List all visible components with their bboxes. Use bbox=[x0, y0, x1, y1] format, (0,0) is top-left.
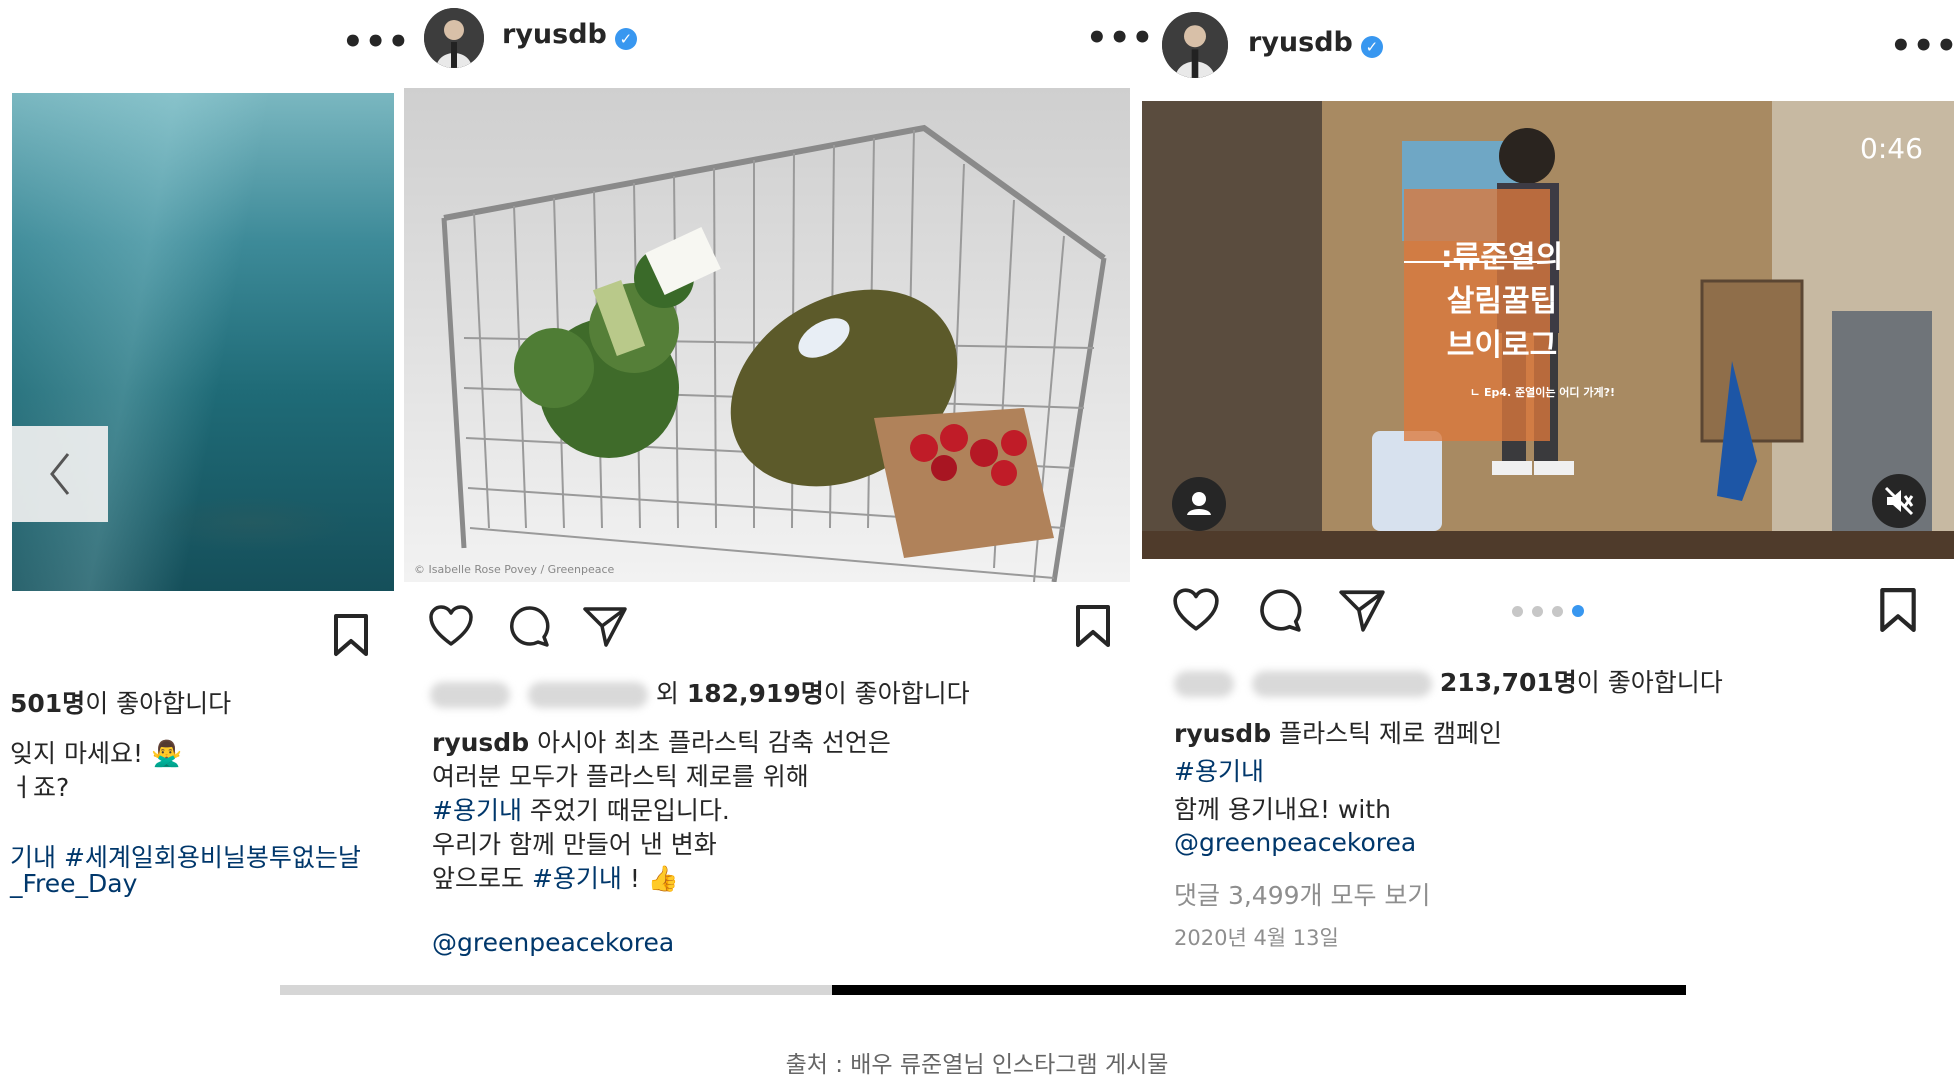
basket-photo: © Isabelle Rose Povey / Greenpeace bbox=[404, 88, 1130, 582]
carousel-indicator bbox=[1512, 602, 1584, 617]
speaker-muted-icon bbox=[1884, 486, 1914, 516]
verified-badge-icon: ✓ bbox=[614, 27, 637, 50]
carousel-dot-active bbox=[1572, 605, 1584, 617]
post2-caption-line: 우리가 함께 만들어 낸 변화 bbox=[432, 830, 717, 859]
chevron-left-icon bbox=[50, 453, 70, 495]
post2-caption-line: ryusdb 아시아 최초 플라스틱 감축 선언은 bbox=[432, 728, 891, 757]
post2-comment-icon[interactable] bbox=[506, 604, 550, 648]
post3-caption-username[interactable]: ryusdb bbox=[1174, 719, 1271, 748]
post2-bookmark-icon[interactable] bbox=[1074, 604, 1112, 648]
post2-avatar[interactable] bbox=[424, 8, 484, 68]
post3-share-icon[interactable] bbox=[1338, 587, 1386, 633]
post2-image-basket[interactable]: © Isabelle Rose Povey / Greenpeace bbox=[404, 88, 1130, 582]
post1-hashtags[interactable]: _Free_Day bbox=[10, 869, 137, 898]
post2-more-options-icon[interactable]: ••• bbox=[1086, 21, 1154, 55]
post3-mention-link[interactable]: @greenpeacekorea bbox=[1174, 828, 1416, 857]
view-all-comments-link[interactable]: 댓글 3,499개 모두 보기 bbox=[1174, 876, 1430, 912]
user-icon bbox=[1187, 492, 1211, 515]
post2-caption-line: 앞으로도 #용기내 ! 👍 bbox=[432, 864, 679, 893]
hashtag-link[interactable]: #용기내 bbox=[432, 796, 522, 825]
hashtag-link[interactable]: #용기내 bbox=[1174, 752, 1264, 788]
post2-likes: 외 182,919명이 좋아합니다 bbox=[430, 674, 970, 710]
verified-badge-icon: ✓ bbox=[1360, 35, 1383, 58]
post2-header: ryusdb ✓ bbox=[502, 19, 637, 50]
post3-header: ryusdb ✓ bbox=[1248, 27, 1383, 58]
post2-share-icon[interactable] bbox=[582, 604, 628, 648]
post2-like-heart-icon[interactable] bbox=[428, 604, 474, 648]
liker-name-blurred bbox=[1251, 671, 1432, 697]
post3-bookmark-icon[interactable] bbox=[1878, 587, 1918, 633]
post3-likes-count: 213,701명 bbox=[1439, 668, 1577, 697]
post1-bookmark-icon[interactable] bbox=[332, 613, 370, 657]
post3-comment-icon[interactable] bbox=[1256, 587, 1302, 633]
post3-likes: 213,701명이 좋아합니다 bbox=[1174, 663, 1723, 699]
video-overlay-title: :류준열의 살림꿀팁 브이로그 bbox=[1440, 240, 1564, 363]
carousel-dot bbox=[1552, 606, 1563, 617]
post3-more-options-icon[interactable]: ••• bbox=[1890, 29, 1954, 63]
post3-date: 2020년 4월 13일 bbox=[1174, 926, 1339, 950]
mute-button[interactable] bbox=[1872, 474, 1926, 528]
post2-mention-link[interactable]: @greenpeacekorea bbox=[432, 928, 674, 957]
carousel-dot bbox=[1532, 606, 1543, 617]
gesture-emoji: 🙅‍♂️ bbox=[150, 739, 183, 768]
image-credit: © Isabelle Rose Povey / Greenpeace bbox=[414, 563, 615, 576]
liker-avatars-blurred bbox=[1174, 671, 1234, 697]
post1-caption-line: ㅓ죠? bbox=[10, 773, 70, 802]
post1-likes-count: 501명 bbox=[10, 689, 86, 718]
carousel-dot bbox=[1512, 606, 1523, 617]
carousel-previous-button[interactable] bbox=[12, 426, 108, 522]
post1-likes: 501명이 좋아합니다 bbox=[10, 689, 232, 718]
post3-caption-line: 함께 용기내요! with bbox=[1174, 795, 1391, 824]
horizontal-scroll-thumb[interactable] bbox=[832, 985, 1686, 995]
tagged-user-button[interactable] bbox=[1172, 477, 1226, 531]
video-time-remaining: 0:46 bbox=[1860, 132, 1923, 165]
liker-name-blurred bbox=[527, 682, 648, 708]
post3-like-heart-icon[interactable] bbox=[1172, 587, 1220, 633]
source-caption: 출처 : 배우 류준열님 인스타그램 게시물 bbox=[785, 1052, 1169, 1078]
post3-username[interactable]: ryusdb bbox=[1248, 27, 1353, 58]
post2-caption-username[interactable]: ryusdb bbox=[432, 728, 529, 757]
video-overlay-subtitle: ㄴ Ep4. 준열이는 어디 가게?! bbox=[1470, 386, 1616, 399]
post3-caption-line: ryusdb 플라스틱 제로 캠페인 bbox=[1174, 719, 1502, 748]
liker-avatars-blurred bbox=[430, 682, 510, 708]
post2-caption-line: #용기내 주었기 때문입니다. bbox=[432, 796, 730, 825]
post1-more-options-icon[interactable]: ••• bbox=[342, 25, 410, 59]
post3-avatar[interactable] bbox=[1162, 12, 1228, 78]
post1-caption-line: 잊지 마세요! 🙅‍♂️ bbox=[10, 739, 183, 768]
post2-username[interactable]: ryusdb bbox=[502, 19, 607, 50]
post2-likes-count: 182,919명 bbox=[686, 679, 824, 708]
post2-caption-line: 여러분 모두가 플라스틱 제로를 위해 bbox=[432, 762, 809, 791]
hashtag-link[interactable]: #용기내 bbox=[532, 864, 622, 893]
